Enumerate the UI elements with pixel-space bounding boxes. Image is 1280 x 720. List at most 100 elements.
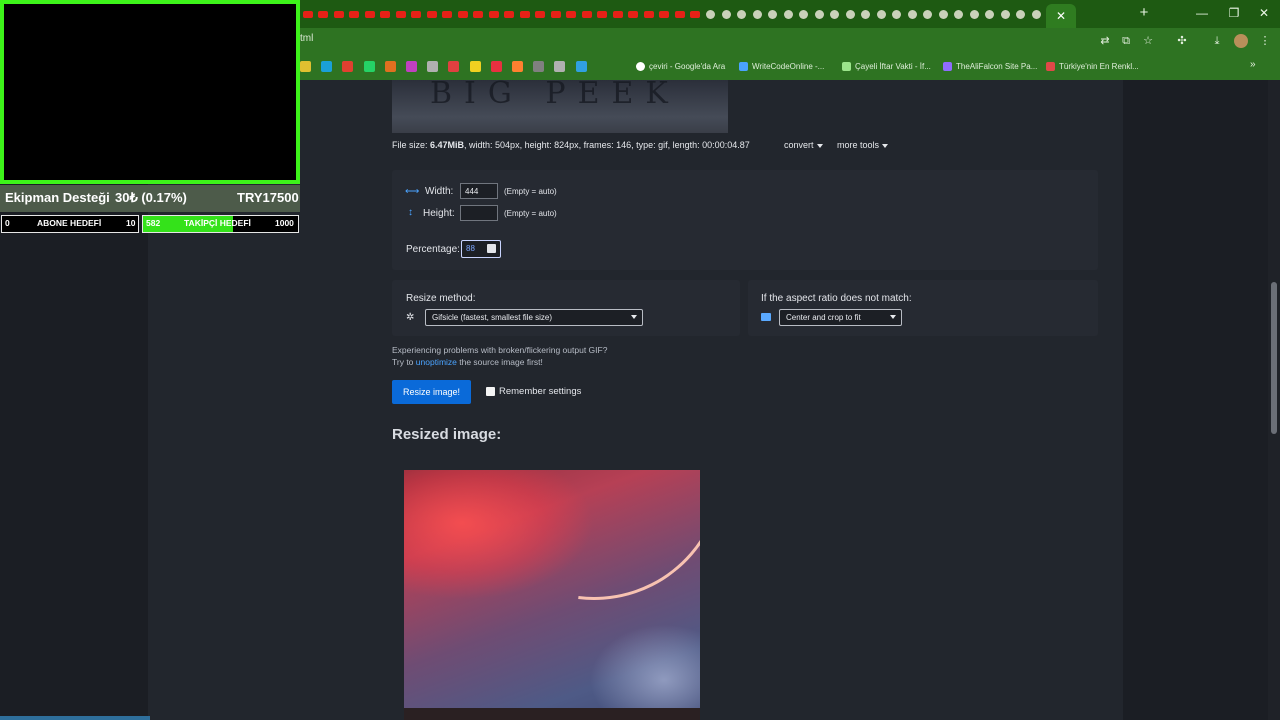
tab-favicon[interactable] [734, 0, 750, 28]
tab-youtube-icon[interactable] [641, 0, 657, 28]
tab-youtube-icon[interactable] [502, 0, 518, 28]
tab-favicon[interactable] [858, 0, 874, 28]
tab-favicon[interactable] [719, 0, 735, 28]
tab-youtube-icon[interactable] [362, 0, 378, 28]
convert-dropdown[interactable]: convert [784, 140, 823, 150]
more-tools-dropdown[interactable]: more tools [837, 140, 888, 150]
tab-youtube-icon[interactable] [595, 0, 611, 28]
width-label: Width: [425, 186, 454, 197]
active-tab[interactable]: ✕ [1046, 4, 1076, 28]
aspect-ratio-panel [748, 280, 1098, 336]
unoptimize-link[interactable]: unoptimize [416, 357, 457, 367]
tab-favicon[interactable] [812, 0, 828, 28]
tab-youtube-icon[interactable] [657, 0, 673, 28]
profile-avatar[interactable] [1234, 34, 1248, 48]
bookmark-favicon[interactable] [448, 61, 460, 72]
bookmark-item[interactable]: TheAliFalcon Site Pa... [943, 59, 1037, 73]
tab-youtube-icon[interactable] [626, 0, 642, 28]
tab-youtube-icon[interactable] [564, 0, 580, 28]
resize-method-select[interactable]: Gifsicle (fastest, smallest file size) [425, 309, 643, 326]
tab-youtube-icon[interactable] [486, 0, 502, 28]
tab-youtube-icon[interactable] [440, 0, 456, 28]
remember-settings-checkbox[interactable] [486, 387, 495, 396]
tab-youtube-icon[interactable] [672, 0, 688, 28]
restore-button[interactable]: ❐ [1220, 4, 1248, 22]
tab-favicon[interactable] [982, 0, 998, 28]
remember-settings-label[interactable]: Remember settings [499, 386, 581, 397]
tab-youtube-icon[interactable] [688, 0, 704, 28]
bookmarks-overflow-icon[interactable]: » [1250, 59, 1256, 70]
width-input[interactable] [460, 183, 498, 199]
tab-youtube-icon[interactable] [316, 0, 332, 28]
address-bar-text[interactable]: tml [300, 33, 313, 44]
tab-youtube-icon[interactable] [610, 0, 626, 28]
extensions-icon[interactable]: ✣ [1175, 34, 1189, 48]
tab-youtube-icon[interactable] [378, 0, 394, 28]
tab-favicon[interactable] [998, 0, 1014, 28]
minimize-button[interactable]: — [1188, 4, 1216, 22]
new-tab-button[interactable]: + [1136, 4, 1152, 22]
percentage-spinner-icon[interactable] [487, 244, 496, 253]
tab-favicon[interactable] [796, 0, 812, 28]
tab-favicon[interactable] [827, 0, 843, 28]
bookmark-favicon[interactable] [512, 61, 523, 72]
tab-favicon[interactable] [889, 0, 905, 28]
tab-favicon[interactable] [874, 0, 890, 28]
close-window-button[interactable]: ✕ [1250, 4, 1278, 22]
tab-youtube-icon[interactable] [471, 0, 487, 28]
tab-favicon[interactable] [843, 0, 859, 28]
tab-youtube-icon[interactable] [533, 0, 549, 28]
bookmark-favicon[interactable] [427, 61, 439, 72]
tab-favicon[interactable] [781, 0, 797, 28]
tab-youtube-icon[interactable] [393, 0, 409, 28]
bookmark-item[interactable]: Çayeli İftar Vakti - İf... [842, 59, 931, 73]
tab-youtube-icon[interactable] [579, 0, 595, 28]
tab-favicon[interactable] [1029, 0, 1045, 28]
tab-favicon[interactable] [1013, 0, 1029, 28]
tab-youtube-icon[interactable] [347, 0, 363, 28]
translate-icon[interactable]: ⇄ [1098, 34, 1112, 48]
follower-goal-start: 582 [146, 218, 161, 228]
tab-favicon[interactable] [920, 0, 936, 28]
bookmark-favicon[interactable] [363, 61, 375, 72]
bookmark-item[interactable]: çeviri - Google'da Ara [636, 59, 725, 73]
tab-favicon[interactable] [765, 0, 781, 28]
tab-favicon[interactable] [750, 0, 766, 28]
tab-favicon[interactable] [936, 0, 952, 28]
unoptimize-hint: Experiencing problems with broken/flicke… [392, 345, 608, 367]
tab-youtube-icon[interactable] [548, 0, 564, 28]
height-input[interactable] [460, 205, 498, 221]
browser-menu-icon[interactable]: ⋮ [1258, 34, 1272, 48]
close-tab-icon[interactable]: ✕ [1056, 9, 1066, 23]
tab-youtube-icon[interactable] [300, 0, 316, 28]
bookmark-favicon[interactable] [406, 61, 417, 72]
bookmark-favicon[interactable] [490, 61, 502, 72]
bookmark-favicon[interactable] [321, 61, 333, 72]
bookmark-item[interactable]: Türkiye'nin En Renkl... [1046, 59, 1139, 73]
tab-youtube-icon[interactable] [517, 0, 533, 28]
bookmark-favicon[interactable] [300, 61, 311, 72]
resize-image-button[interactable]: Resize image! [392, 380, 471, 404]
bookmark-favicon[interactable] [342, 61, 354, 72]
percentage-label: Percentage: [406, 244, 460, 255]
tab-favicon[interactable] [967, 0, 983, 28]
bookmark-item[interactable]: WriteCodeOnline -... [739, 59, 824, 73]
download-icon[interactable]: ⤓ [1210, 34, 1224, 48]
bookmark-favicon[interactable] [554, 61, 566, 72]
bookmark-favicon[interactable] [469, 61, 481, 72]
tab-youtube-icon[interactable] [409, 0, 425, 28]
tab-youtube-icon[interactable] [331, 0, 347, 28]
aspect-ratio-select[interactable]: Center and crop to fit [779, 309, 902, 326]
bookmark-favicon[interactable] [533, 61, 545, 72]
tab-youtube-icon[interactable] [424, 0, 440, 28]
bookmark-favicon[interactable] [575, 61, 587, 72]
tab-youtube-icon[interactable] [455, 0, 471, 28]
tab-favicon[interactable] [951, 0, 967, 28]
height-arrow-icon: ↕ [408, 207, 413, 218]
bookmark-favicon[interactable] [384, 61, 396, 72]
tab-favicon[interactable] [703, 0, 719, 28]
share-icon[interactable]: ⧉ [1119, 34, 1133, 48]
scrollbar-thumb[interactable] [1271, 282, 1277, 434]
tab-favicon[interactable] [905, 0, 921, 28]
bookmark-star-icon[interactable]: ☆ [1141, 34, 1155, 48]
